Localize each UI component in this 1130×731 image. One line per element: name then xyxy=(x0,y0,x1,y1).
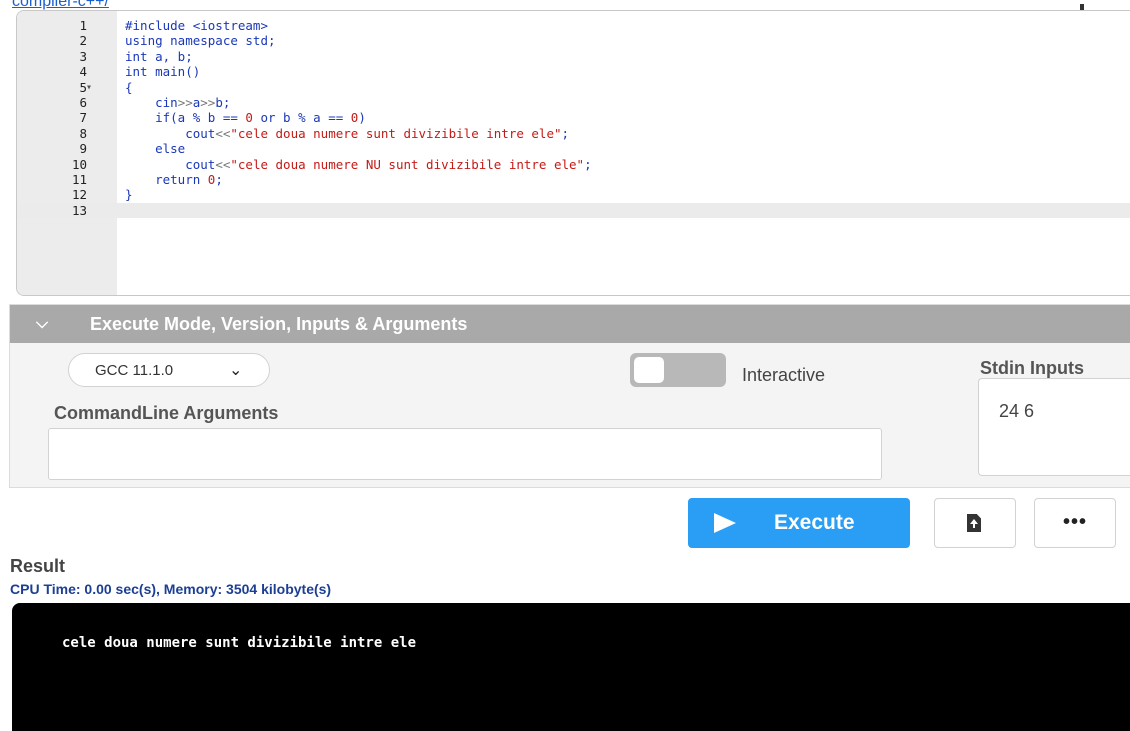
chevron-down-icon: ⌄ xyxy=(229,362,243,379)
line-number: 7 xyxy=(79,110,87,126)
more-options-icon: ••• xyxy=(1062,511,1087,533)
toggle-knob xyxy=(634,357,664,383)
line-number: 13 xyxy=(71,202,87,218)
line-number: 2 xyxy=(79,33,87,49)
file-upload-icon xyxy=(967,514,981,532)
code-token: else xyxy=(125,141,186,157)
stdin-inputs-field[interactable]: 24 6 xyxy=(978,378,1130,476)
code-token: int a, b; xyxy=(125,48,193,64)
line-number: 3 xyxy=(79,48,87,64)
code-token: 0 xyxy=(245,110,253,126)
code-token: ) xyxy=(358,110,366,126)
interactive-toggle[interactable] xyxy=(630,353,726,387)
fold-toggle-icon[interactable]: ▾ xyxy=(86,80,92,95)
line-number: 11 xyxy=(71,171,87,187)
code-token: (a % b == xyxy=(170,110,246,126)
code-text: if(a % b == 0 or b % a == 0) xyxy=(125,110,366,125)
code-token: cout xyxy=(125,156,216,172)
code-token: << xyxy=(215,125,231,141)
code-token: return xyxy=(125,171,208,187)
code-token: >> xyxy=(200,94,216,110)
code-token: ; xyxy=(215,171,223,187)
code-line[interactable]: 1 #include <iostream> xyxy=(17,18,1130,33)
code-text: int a, b; xyxy=(125,49,193,64)
code-text: } xyxy=(125,187,133,202)
code-token: ; xyxy=(561,125,570,141)
code-line[interactable]: 9 else xyxy=(17,141,1130,156)
code-line[interactable]: 13 xyxy=(17,202,1130,219)
code-token: cin xyxy=(125,94,178,110)
line-number: 8 xyxy=(79,125,87,141)
code-token: ; xyxy=(584,156,592,172)
code-token: { xyxy=(125,79,133,95)
code-text: #include <iostream> xyxy=(125,18,268,33)
play-icon xyxy=(714,513,736,533)
code-token: "cele doua numere sunt divizibile intre … xyxy=(230,125,562,141)
code-editor[interactable]: 1 #include <iostream> 2 using namespace std… xyxy=(16,10,1130,296)
execute-settings-title: Execute Mode, Version, Inputs & Argument… xyxy=(90,314,468,334)
line-number: 5 xyxy=(79,79,87,95)
code-text: cout<<"cele doua numere NU sunt divizibi… xyxy=(125,156,592,172)
page-link[interactable]: compiler-c++/ xyxy=(12,0,109,10)
code-line[interactable]: 6 cin>>a>>b; xyxy=(17,95,1130,110)
execute-settings-panel: ⌵ Execute Mode, Version, Inputs & Argume… xyxy=(9,304,1130,488)
code-text: int main() xyxy=(125,64,200,79)
compiler-version-select[interactable]: GCC 11.1.0 ⌄ xyxy=(68,353,270,387)
line-number: 12 xyxy=(71,187,87,203)
code-token: b; xyxy=(215,94,231,110)
interactive-label: Interactive xyxy=(742,365,826,385)
output-terminal[interactable]: cele doua numere sunt divizibile intre e… xyxy=(12,603,1130,731)
code-line[interactable]: 3 int a, b; xyxy=(17,49,1130,64)
line-number: 9 xyxy=(79,141,87,157)
cpu-memory-stats: CPU Time: 0.00 sec(s), Memory: 3504 kilo… xyxy=(10,581,332,597)
program-output: cele doua numere sunt divizibile intre e… xyxy=(62,635,417,651)
upload-file-button[interactable] xyxy=(934,498,1016,548)
code-token: >> xyxy=(177,94,193,110)
code-line[interactable]: 10 cout<<"cele doua numere NU sunt diviz… xyxy=(17,157,1130,172)
stdin-inputs-value: 24 6 xyxy=(999,401,1035,421)
code-line[interactable]: 7 if(a % b == 0 or b % a == 0) xyxy=(17,110,1130,125)
code-token: int main() xyxy=(125,64,201,80)
code-text: { xyxy=(125,80,133,95)
code-token: "cele doua numere NU sunt divizibile int… xyxy=(230,156,585,172)
code-token: if xyxy=(125,110,171,126)
code-line[interactable]: 5 ▾ { xyxy=(17,80,1130,95)
result-heading: Result xyxy=(10,556,66,576)
line-number: 10 xyxy=(71,156,87,172)
chevron-down-icon[interactable]: ⌵ xyxy=(36,305,48,343)
code-line[interactable]: 12} xyxy=(17,187,1130,202)
commandline-arguments-input[interactable] xyxy=(48,428,882,480)
code-text: cin>>a>>b; xyxy=(125,95,230,110)
code-token: cout xyxy=(125,125,216,141)
execute-button[interactable]: Execute xyxy=(688,498,910,548)
more-options-button[interactable]: ••• xyxy=(1034,498,1116,548)
code-text: return 0; xyxy=(125,172,223,187)
code-token: using namespace std; xyxy=(125,33,276,49)
line-number: 6 xyxy=(79,94,87,110)
code-line[interactable]: 2 using namespace std; xyxy=(17,33,1130,48)
execute-settings-header[interactable]: ⌵ Execute Mode, Version, Inputs & Argume… xyxy=(10,305,1130,343)
code-text: else xyxy=(125,141,185,156)
stdin-inputs-label: Stdin Inputs xyxy=(980,358,1084,378)
code-text: using namespace std; xyxy=(125,33,276,48)
compiler-version-value: GCC 11.1.0 xyxy=(95,362,174,379)
code-token: } xyxy=(125,187,133,203)
code-text: cout<<"cele doua numere sunt divizibile … xyxy=(125,126,569,141)
execute-label: Execute xyxy=(774,511,855,534)
code-token: << xyxy=(215,156,231,172)
code-token: or b % a == xyxy=(252,110,351,126)
code-line[interactable]: 4 int main() xyxy=(17,64,1130,79)
code-line[interactable]: 8 cout<<"cele doua numere sunt divizibil… xyxy=(17,126,1130,141)
code-lines[interactable]: 1 #include <iostream> 2 using namespace std… xyxy=(17,18,1130,219)
code-token: #include <iostream> xyxy=(125,18,268,33)
commandline-arguments-label: CommandLine Arguments xyxy=(54,403,279,423)
line-number: 4 xyxy=(79,64,87,80)
line-number: 1 xyxy=(79,18,87,33)
code-line[interactable]: 11 return 0; xyxy=(17,172,1130,187)
